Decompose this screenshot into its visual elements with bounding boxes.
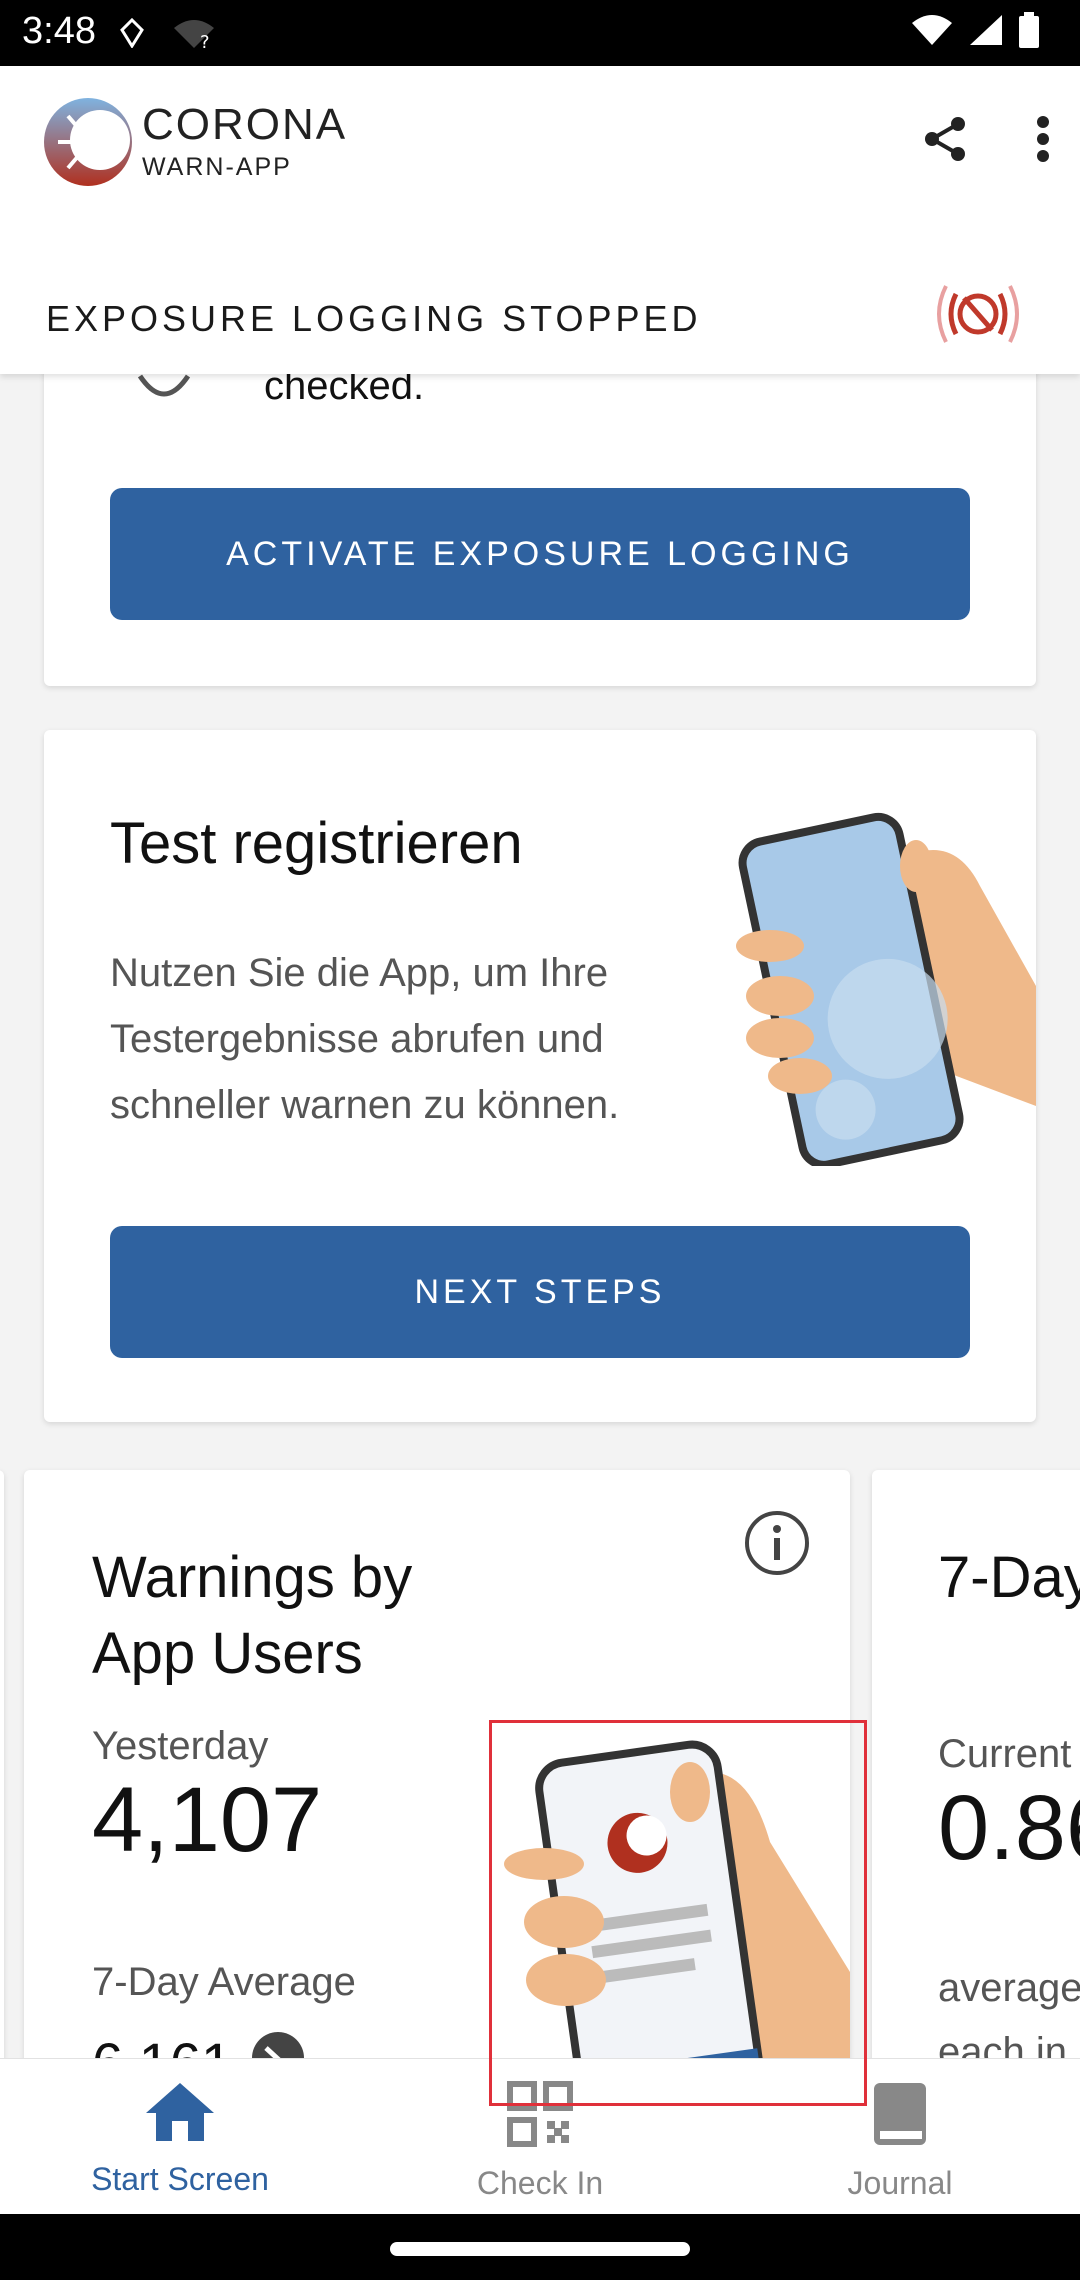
nav-start-screen[interactable]: Start Screen <box>30 2081 330 2198</box>
previous-stat-card-edge <box>0 1470 4 2058</box>
exposure-card-text: checked. <box>264 374 425 408</box>
more-options-icon[interactable] <box>1036 116 1050 167</box>
book-icon <box>872 2083 928 2154</box>
incidence-card[interactable]: 7-Day Current 0.86 average each in <box>872 1470 1080 2058</box>
logo-subtitle: WARN-APP <box>142 152 292 181</box>
signal-icon <box>968 13 1004 52</box>
battery-icon <box>1018 12 1040 53</box>
nav-check-in-label: Check In <box>476 2165 604 2201</box>
wifi-icon <box>910 13 954 52</box>
exposure-card: checked. ACTIVATE EXPOSURE LOGGING <box>44 374 1036 686</box>
corona-logo-icon <box>44 98 132 186</box>
yesterday-value: 4,107 <box>92 1769 323 1871</box>
exposure-status-text: EXPOSURE LOGGING STOPPED <box>46 298 702 339</box>
test-register-card[interactable]: Test registrieren Nutzen Sie die App, um… <box>44 730 1036 1422</box>
average-label: 7-Day Average <box>92 1960 356 2004</box>
home-icon <box>144 2083 216 2150</box>
nfc-icon <box>120 17 144 53</box>
activate-exposure-logging-button[interactable]: ACTIVATE EXPOSURE LOGGING <box>110 488 970 620</box>
incidence-partial-text: each in <box>938 2030 1067 2058</box>
trend-icon <box>250 2030 306 2058</box>
test-card-body-line2: Testergebnisse abrufen und <box>110 1017 604 1061</box>
test-card-title: Test registrieren <box>110 811 523 876</box>
current-label: Current <box>938 1732 1072 1776</box>
phone-hand-illustration <box>730 806 1036 1171</box>
logo-title: CORONA <box>142 99 348 149</box>
app-header: CORONA WARN-APP EXPOSURE LOGGING STOPPED <box>0 66 1080 374</box>
test-card-body-line3: schneller warnen zu können. <box>110 1083 620 1127</box>
exposure-stopped-icon <box>928 274 1028 359</box>
current-value: 0.86 <box>938 1777 1080 1879</box>
status-bar: 3:48 ? <box>0 0 1080 66</box>
nav-start-screen-label: Start Screen <box>91 2161 269 2197</box>
app-logo: CORONA WARN-APP <box>42 92 347 192</box>
test-card-body-line1: Nutzen Sie die App, um Ihre <box>110 951 609 995</box>
qr-code-icon <box>507 2081 573 2154</box>
next-steps-button[interactable]: NEXT STEPS <box>110 1226 970 1358</box>
exposure-status-bar[interactable]: EXPOSURE LOGGING STOPPED <box>0 266 1080 374</box>
info-icon[interactable] <box>744 1510 810 1581</box>
status-time: 3:48 <box>22 10 96 52</box>
incidence-card-title: 7-Day <box>938 1545 1080 1610</box>
nav-journal-label: Journal <box>847 2165 953 2201</box>
incidence-average-label: average <box>938 1966 1080 2010</box>
svg-text:?: ? <box>200 32 210 50</box>
home-gesture-pill[interactable] <box>390 2242 690 2256</box>
highlight-box <box>489 1720 867 2106</box>
average-value: 6,161 <box>92 2030 232 2058</box>
warnings-card-title-line1: Warnings by <box>92 1545 413 1610</box>
warnings-card-title-line2: App Users <box>92 1621 363 1686</box>
wifi-unknown-icon: ? <box>172 18 216 55</box>
refresh-icon <box>136 374 192 413</box>
system-navigation-bar <box>0 2214 1080 2280</box>
share-icon[interactable] <box>922 116 968 167</box>
yesterday-label: Yesterday <box>92 1724 269 1768</box>
